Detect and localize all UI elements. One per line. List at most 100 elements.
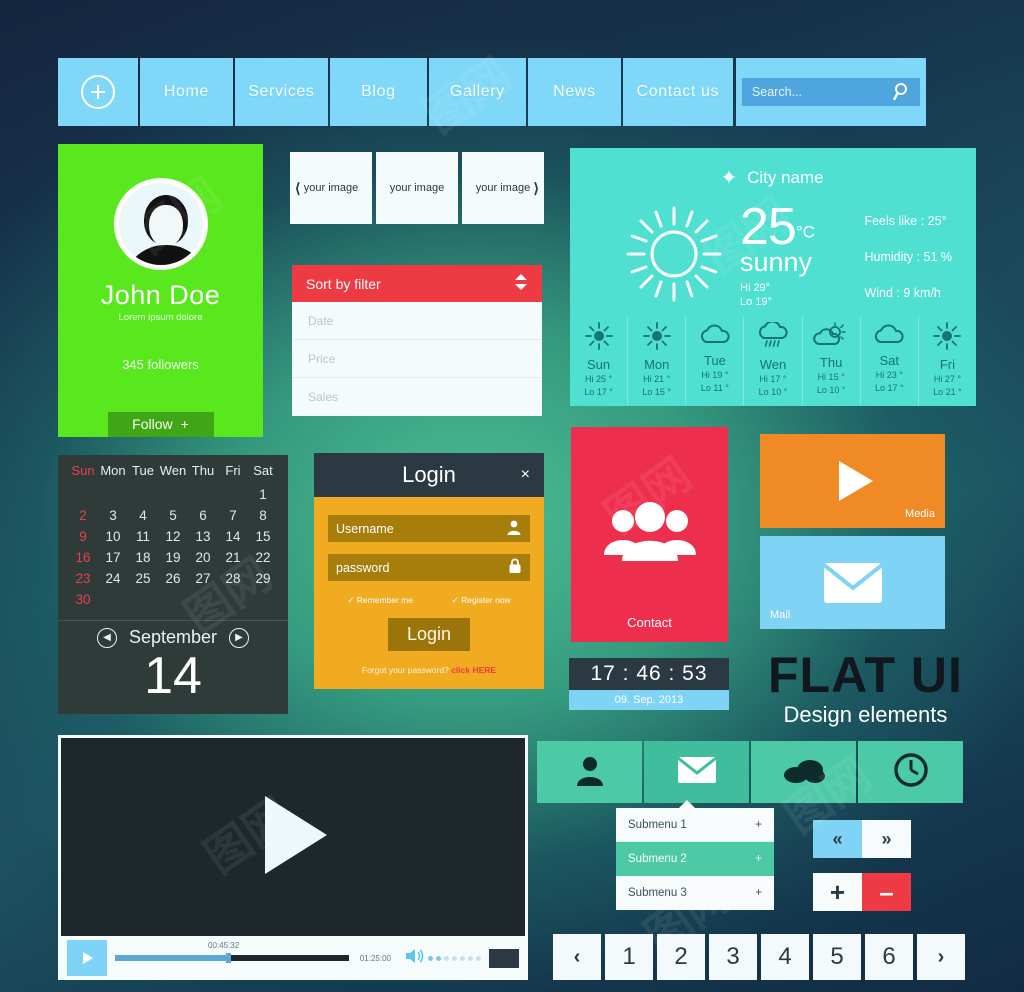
chevron-right-circle-icon[interactable]: ▶ — [229, 627, 250, 648]
plus-icon[interactable]: + — [755, 853, 762, 865]
calendar-day-2[interactable]: 2 — [68, 505, 98, 526]
calendar-day-14[interactable]: 14 — [218, 526, 248, 547]
plus-icon[interactable]: + — [755, 819, 762, 831]
fullscreen-icon[interactable] — [489, 948, 519, 968]
icon-menu-user[interactable] — [537, 741, 642, 803]
register-now-label: Register now — [461, 595, 511, 605]
plus-button[interactable]: + — [813, 873, 862, 911]
calendar-day-9[interactable]: 9 — [68, 526, 98, 547]
chevron-left-icon[interactable]: ⟨ — [295, 180, 300, 197]
register-now-link[interactable]: ✓ Register now — [452, 595, 511, 606]
pagination-page-5[interactable]: 5 — [813, 934, 861, 980]
calendar-day-27[interactable]: 27 — [188, 568, 218, 589]
sort-option-sales[interactable]: Sales — [292, 378, 542, 416]
calendar-day-16[interactable]: 16 — [68, 547, 98, 568]
search-input[interactable]: Search... — [741, 78, 920, 107]
contact-tile[interactable]: Contact — [571, 427, 728, 642]
remember-me-checkbox[interactable]: ✓ Remember me — [347, 595, 413, 606]
login-submit-button[interactable]: Login — [388, 618, 470, 651]
video-progress-knob[interactable] — [225, 953, 231, 963]
play-small-icon[interactable] — [67, 940, 107, 976]
calendar-day-11[interactable]: 11 — [128, 526, 158, 547]
nav-item-contact-us[interactable]: Contact us — [622, 58, 733, 126]
calendar-day-8[interactable]: 8 — [248, 505, 278, 526]
mail-tile[interactable]: Mail — [760, 536, 945, 629]
calendar-day-17[interactable]: 17 — [98, 547, 128, 568]
pagination-page-1[interactable]: 1 — [605, 934, 653, 980]
calendar-day-15[interactable]: 15 — [248, 526, 278, 547]
calendar-day-3[interactable]: 3 — [98, 505, 128, 526]
next-double-button[interactable]: » — [862, 820, 911, 858]
chevron-right-icon[interactable]: ⟩ — [534, 180, 539, 197]
calendar-day-20[interactable]: 20 — [188, 547, 218, 568]
calendar-day-4[interactable]: 4 — [128, 505, 158, 526]
calendar-day-22[interactable]: 22 — [248, 547, 278, 568]
calendar-day-19[interactable]: 19 — [158, 547, 188, 568]
plus-icon[interactable]: + — [755, 887, 762, 899]
forgot-password-link[interactable]: click HERE — [451, 665, 496, 675]
media-tile[interactable]: Media — [760, 434, 945, 528]
prev-double-button[interactable]: « — [813, 820, 862, 858]
chevron-left-circle-icon[interactable]: ◀ — [96, 627, 117, 648]
password-field[interactable]: password — [328, 554, 530, 581]
username-field[interactable]: Username — [328, 515, 530, 542]
calendar-day-10[interactable]: 10 — [98, 526, 128, 547]
sort-option-price[interactable]: Price — [292, 340, 542, 378]
calendar-day-25[interactable]: 25 — [128, 568, 158, 589]
calendar-day-12[interactable]: 12 — [158, 526, 188, 547]
nav-item-services[interactable]: Services — [234, 58, 328, 126]
calendar-day-6[interactable]: 6 — [188, 505, 218, 526]
calendar-day-23[interactable]: 23 — [68, 568, 98, 589]
calendar-days-grid: 1 2 3 4 5 6 7 8 9 10 11 12 13 14 15 16 17 18 19 20 21 22 23 24 2… — [68, 484, 278, 610]
submenu-item-3[interactable]: Submenu 3 + — [616, 876, 774, 910]
pagination-page-6[interactable]: 6 — [865, 934, 913, 980]
calendar-day-29[interactable]: 29 — [248, 568, 278, 589]
icon-menu-mail[interactable] — [644, 741, 749, 803]
nav-item-blog[interactable]: Blog — [329, 58, 427, 126]
partly-cloudy-icon — [813, 322, 849, 353]
icon-menu-clock[interactable] — [858, 741, 963, 803]
sun-icon — [622, 202, 726, 311]
calendar-day-1[interactable]: 1 — [248, 484, 278, 505]
sort-dropdown-toggle[interactable]: Sort by filter — [292, 265, 542, 302]
nav-item-news[interactable]: News — [527, 58, 621, 126]
calendar-day-30[interactable]: 30 — [68, 589, 98, 610]
pagination-prev[interactable]: ‹ — [553, 934, 601, 980]
nav-item-gallery[interactable]: Gallery — [428, 58, 526, 126]
forecast-day-name: Tue — [703, 353, 726, 368]
search-icon[interactable] — [893, 82, 911, 107]
sort-option-date[interactable]: Date — [292, 302, 542, 340]
carousel-slide[interactable]: your image — [376, 152, 458, 224]
speaker-icon[interactable] — [405, 948, 425, 969]
video-progress-bar[interactable]: 00:45:32 01:25:00 — [115, 941, 397, 967]
calendar-day-13[interactable]: 13 — [188, 526, 218, 547]
nav-item-home[interactable]: Home — [139, 58, 233, 126]
play-triangle-icon[interactable] — [253, 792, 333, 883]
icon-menu-cloud[interactable] — [751, 741, 856, 803]
calendar-day-21[interactable]: 21 — [218, 547, 248, 568]
follow-button[interactable]: Follow + — [107, 411, 214, 437]
calendar-day-24[interactable]: 24 — [98, 568, 128, 589]
carousel-slide[interactable]: ⟨ your image — [290, 152, 372, 224]
submenu-item-1[interactable]: Submenu 1 + — [616, 808, 774, 842]
minus-button[interactable]: – — [862, 873, 911, 911]
calendar-day-7[interactable]: 7 — [218, 505, 248, 526]
close-x-icon[interactable]: × — [521, 466, 530, 484]
calendar-day-26[interactable]: 26 — [158, 568, 188, 589]
search-placeholder: Search... — [751, 85, 802, 99]
forecast-lo: Lo 15 ° — [642, 387, 672, 398]
pagination-page-2[interactable]: 2 — [657, 934, 705, 980]
calendar-day-18[interactable]: 18 — [128, 547, 158, 568]
pagination-next[interactable]: › — [917, 934, 965, 980]
calendar-day-28[interactable]: 28 — [218, 568, 248, 589]
pagination: ‹ 1 2 3 4 5 6 › — [553, 934, 965, 980]
submenu-item-2[interactable]: Submenu 2 + — [616, 842, 774, 876]
video-screen[interactable] — [61, 738, 525, 936]
pagination-page-3[interactable]: 3 — [709, 934, 757, 980]
volume-control[interactable] — [405, 948, 481, 969]
carousel-slide[interactable]: your image ⟩ — [462, 152, 544, 224]
pagination-page-4[interactable]: 4 — [761, 934, 809, 980]
nav-add-button[interactable] — [58, 58, 138, 126]
volume-level-dots[interactable] — [428, 955, 481, 961]
calendar-day-5[interactable]: 5 — [158, 505, 188, 526]
